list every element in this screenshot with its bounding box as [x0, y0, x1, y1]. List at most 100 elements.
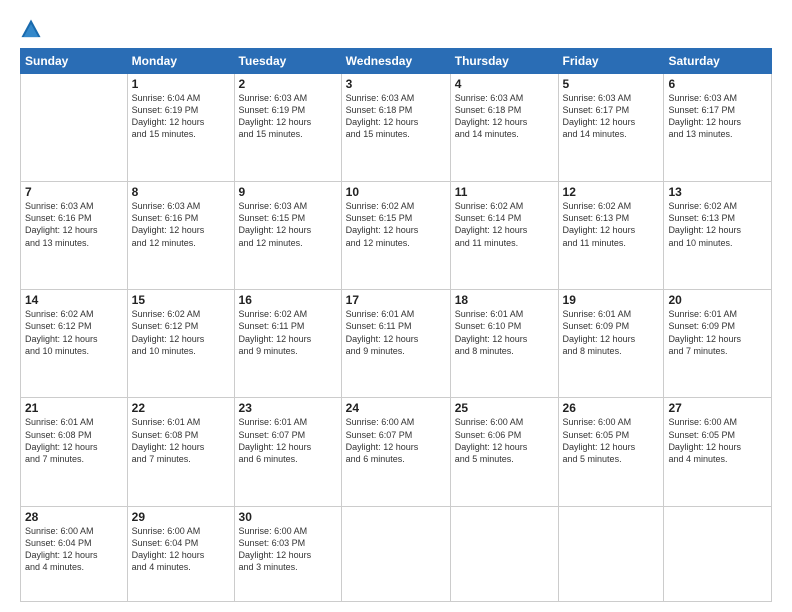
day-number: 26 — [563, 401, 660, 415]
calendar-cell: 6Sunrise: 6:03 AM Sunset: 6:17 PM Daylig… — [664, 74, 772, 182]
day-info: Sunrise: 6:03 AM Sunset: 6:18 PM Dayligh… — [346, 92, 446, 141]
day-info: Sunrise: 6:00 AM Sunset: 6:06 PM Dayligh… — [455, 416, 554, 465]
day-info: Sunrise: 6:00 AM Sunset: 6:05 PM Dayligh… — [668, 416, 767, 465]
calendar-cell: 29Sunrise: 6:00 AM Sunset: 6:04 PM Dayli… — [127, 506, 234, 601]
day-number: 10 — [346, 185, 446, 199]
calendar-cell: 8Sunrise: 6:03 AM Sunset: 6:16 PM Daylig… — [127, 182, 234, 290]
day-number: 6 — [668, 77, 767, 91]
calendar-cell: 18Sunrise: 6:01 AM Sunset: 6:10 PM Dayli… — [450, 290, 558, 398]
calendar-week-row: 1Sunrise: 6:04 AM Sunset: 6:19 PM Daylig… — [21, 74, 772, 182]
calendar-cell: 5Sunrise: 6:03 AM Sunset: 6:17 PM Daylig… — [558, 74, 664, 182]
calendar-cell: 10Sunrise: 6:02 AM Sunset: 6:15 PM Dayli… — [341, 182, 450, 290]
day-number: 3 — [346, 77, 446, 91]
day-info: Sunrise: 6:00 AM Sunset: 6:03 PM Dayligh… — [239, 525, 337, 574]
day-info: Sunrise: 6:00 AM Sunset: 6:04 PM Dayligh… — [25, 525, 123, 574]
day-number: 11 — [455, 185, 554, 199]
day-info: Sunrise: 6:03 AM Sunset: 6:16 PM Dayligh… — [25, 200, 123, 249]
calendar-header-friday: Friday — [558, 49, 664, 74]
day-number: 19 — [563, 293, 660, 307]
day-number: 7 — [25, 185, 123, 199]
day-info: Sunrise: 6:03 AM Sunset: 6:16 PM Dayligh… — [132, 200, 230, 249]
calendar-header-tuesday: Tuesday — [234, 49, 341, 74]
calendar-cell: 9Sunrise: 6:03 AM Sunset: 6:15 PM Daylig… — [234, 182, 341, 290]
calendar-cell: 2Sunrise: 6:03 AM Sunset: 6:19 PM Daylig… — [234, 74, 341, 182]
calendar-header-monday: Monday — [127, 49, 234, 74]
day-info: Sunrise: 6:03 AM Sunset: 6:17 PM Dayligh… — [563, 92, 660, 141]
day-info: Sunrise: 6:01 AM Sunset: 6:09 PM Dayligh… — [563, 308, 660, 357]
calendar-cell: 21Sunrise: 6:01 AM Sunset: 6:08 PM Dayli… — [21, 398, 128, 506]
day-number: 14 — [25, 293, 123, 307]
day-number: 18 — [455, 293, 554, 307]
day-info: Sunrise: 6:00 AM Sunset: 6:05 PM Dayligh… — [563, 416, 660, 465]
calendar-cell: 7Sunrise: 6:03 AM Sunset: 6:16 PM Daylig… — [21, 182, 128, 290]
day-info: Sunrise: 6:01 AM Sunset: 6:07 PM Dayligh… — [239, 416, 337, 465]
day-number: 9 — [239, 185, 337, 199]
day-number: 21 — [25, 401, 123, 415]
day-info: Sunrise: 6:00 AM Sunset: 6:07 PM Dayligh… — [346, 416, 446, 465]
calendar-cell: 27Sunrise: 6:00 AM Sunset: 6:05 PM Dayli… — [664, 398, 772, 506]
logo-icon — [20, 18, 42, 40]
calendar-cell: 14Sunrise: 6:02 AM Sunset: 6:12 PM Dayli… — [21, 290, 128, 398]
day-number: 4 — [455, 77, 554, 91]
calendar-cell: 1Sunrise: 6:04 AM Sunset: 6:19 PM Daylig… — [127, 74, 234, 182]
calendar-cell: 19Sunrise: 6:01 AM Sunset: 6:09 PM Dayli… — [558, 290, 664, 398]
calendar-cell: 30Sunrise: 6:00 AM Sunset: 6:03 PM Dayli… — [234, 506, 341, 601]
calendar-cell: 4Sunrise: 6:03 AM Sunset: 6:18 PM Daylig… — [450, 74, 558, 182]
day-number: 2 — [239, 77, 337, 91]
calendar-cell: 15Sunrise: 6:02 AM Sunset: 6:12 PM Dayli… — [127, 290, 234, 398]
day-number: 20 — [668, 293, 767, 307]
day-number: 28 — [25, 510, 123, 524]
calendar-cell: 23Sunrise: 6:01 AM Sunset: 6:07 PM Dayli… — [234, 398, 341, 506]
calendar-cell: 17Sunrise: 6:01 AM Sunset: 6:11 PM Dayli… — [341, 290, 450, 398]
day-number: 30 — [239, 510, 337, 524]
day-info: Sunrise: 6:02 AM Sunset: 6:13 PM Dayligh… — [668, 200, 767, 249]
day-number: 17 — [346, 293, 446, 307]
calendar-header-saturday: Saturday — [664, 49, 772, 74]
day-info: Sunrise: 6:02 AM Sunset: 6:12 PM Dayligh… — [25, 308, 123, 357]
calendar-week-row: 21Sunrise: 6:01 AM Sunset: 6:08 PM Dayli… — [21, 398, 772, 506]
day-info: Sunrise: 6:02 AM Sunset: 6:13 PM Dayligh… — [563, 200, 660, 249]
calendar-cell — [664, 506, 772, 601]
day-info: Sunrise: 6:02 AM Sunset: 6:15 PM Dayligh… — [346, 200, 446, 249]
calendar-cell — [558, 506, 664, 601]
day-number: 16 — [239, 293, 337, 307]
calendar-cell — [450, 506, 558, 601]
calendar-header-wednesday: Wednesday — [341, 49, 450, 74]
page: SundayMondayTuesdayWednesdayThursdayFrid… — [0, 0, 792, 612]
day-info: Sunrise: 6:02 AM Sunset: 6:12 PM Dayligh… — [132, 308, 230, 357]
calendar-cell: 13Sunrise: 6:02 AM Sunset: 6:13 PM Dayli… — [664, 182, 772, 290]
calendar-table: SundayMondayTuesdayWednesdayThursdayFrid… — [20, 48, 772, 602]
day-number: 8 — [132, 185, 230, 199]
calendar-cell: 20Sunrise: 6:01 AM Sunset: 6:09 PM Dayli… — [664, 290, 772, 398]
calendar-cell: 24Sunrise: 6:00 AM Sunset: 6:07 PM Dayli… — [341, 398, 450, 506]
day-info: Sunrise: 6:00 AM Sunset: 6:04 PM Dayligh… — [132, 525, 230, 574]
day-info: Sunrise: 6:01 AM Sunset: 6:10 PM Dayligh… — [455, 308, 554, 357]
day-info: Sunrise: 6:01 AM Sunset: 6:08 PM Dayligh… — [132, 416, 230, 465]
header — [20, 18, 772, 40]
calendar-cell — [21, 74, 128, 182]
day-info: Sunrise: 6:03 AM Sunset: 6:17 PM Dayligh… — [668, 92, 767, 141]
day-info: Sunrise: 6:02 AM Sunset: 6:14 PM Dayligh… — [455, 200, 554, 249]
day-number: 24 — [346, 401, 446, 415]
day-info: Sunrise: 6:03 AM Sunset: 6:15 PM Dayligh… — [239, 200, 337, 249]
calendar-cell: 28Sunrise: 6:00 AM Sunset: 6:04 PM Dayli… — [21, 506, 128, 601]
calendar-header-sunday: Sunday — [21, 49, 128, 74]
day-number: 25 — [455, 401, 554, 415]
day-info: Sunrise: 6:04 AM Sunset: 6:19 PM Dayligh… — [132, 92, 230, 141]
day-info: Sunrise: 6:01 AM Sunset: 6:11 PM Dayligh… — [346, 308, 446, 357]
day-info: Sunrise: 6:03 AM Sunset: 6:19 PM Dayligh… — [239, 92, 337, 141]
day-number: 1 — [132, 77, 230, 91]
calendar-cell — [341, 506, 450, 601]
day-number: 29 — [132, 510, 230, 524]
logo — [20, 18, 44, 40]
day-info: Sunrise: 6:01 AM Sunset: 6:08 PM Dayligh… — [25, 416, 123, 465]
day-number: 23 — [239, 401, 337, 415]
calendar-week-row: 28Sunrise: 6:00 AM Sunset: 6:04 PM Dayli… — [21, 506, 772, 601]
calendar-week-row: 7Sunrise: 6:03 AM Sunset: 6:16 PM Daylig… — [21, 182, 772, 290]
day-number: 5 — [563, 77, 660, 91]
calendar-cell: 11Sunrise: 6:02 AM Sunset: 6:14 PM Dayli… — [450, 182, 558, 290]
calendar-header-thursday: Thursday — [450, 49, 558, 74]
calendar-cell: 25Sunrise: 6:00 AM Sunset: 6:06 PM Dayli… — [450, 398, 558, 506]
day-number: 13 — [668, 185, 767, 199]
calendar-cell: 3Sunrise: 6:03 AM Sunset: 6:18 PM Daylig… — [341, 74, 450, 182]
